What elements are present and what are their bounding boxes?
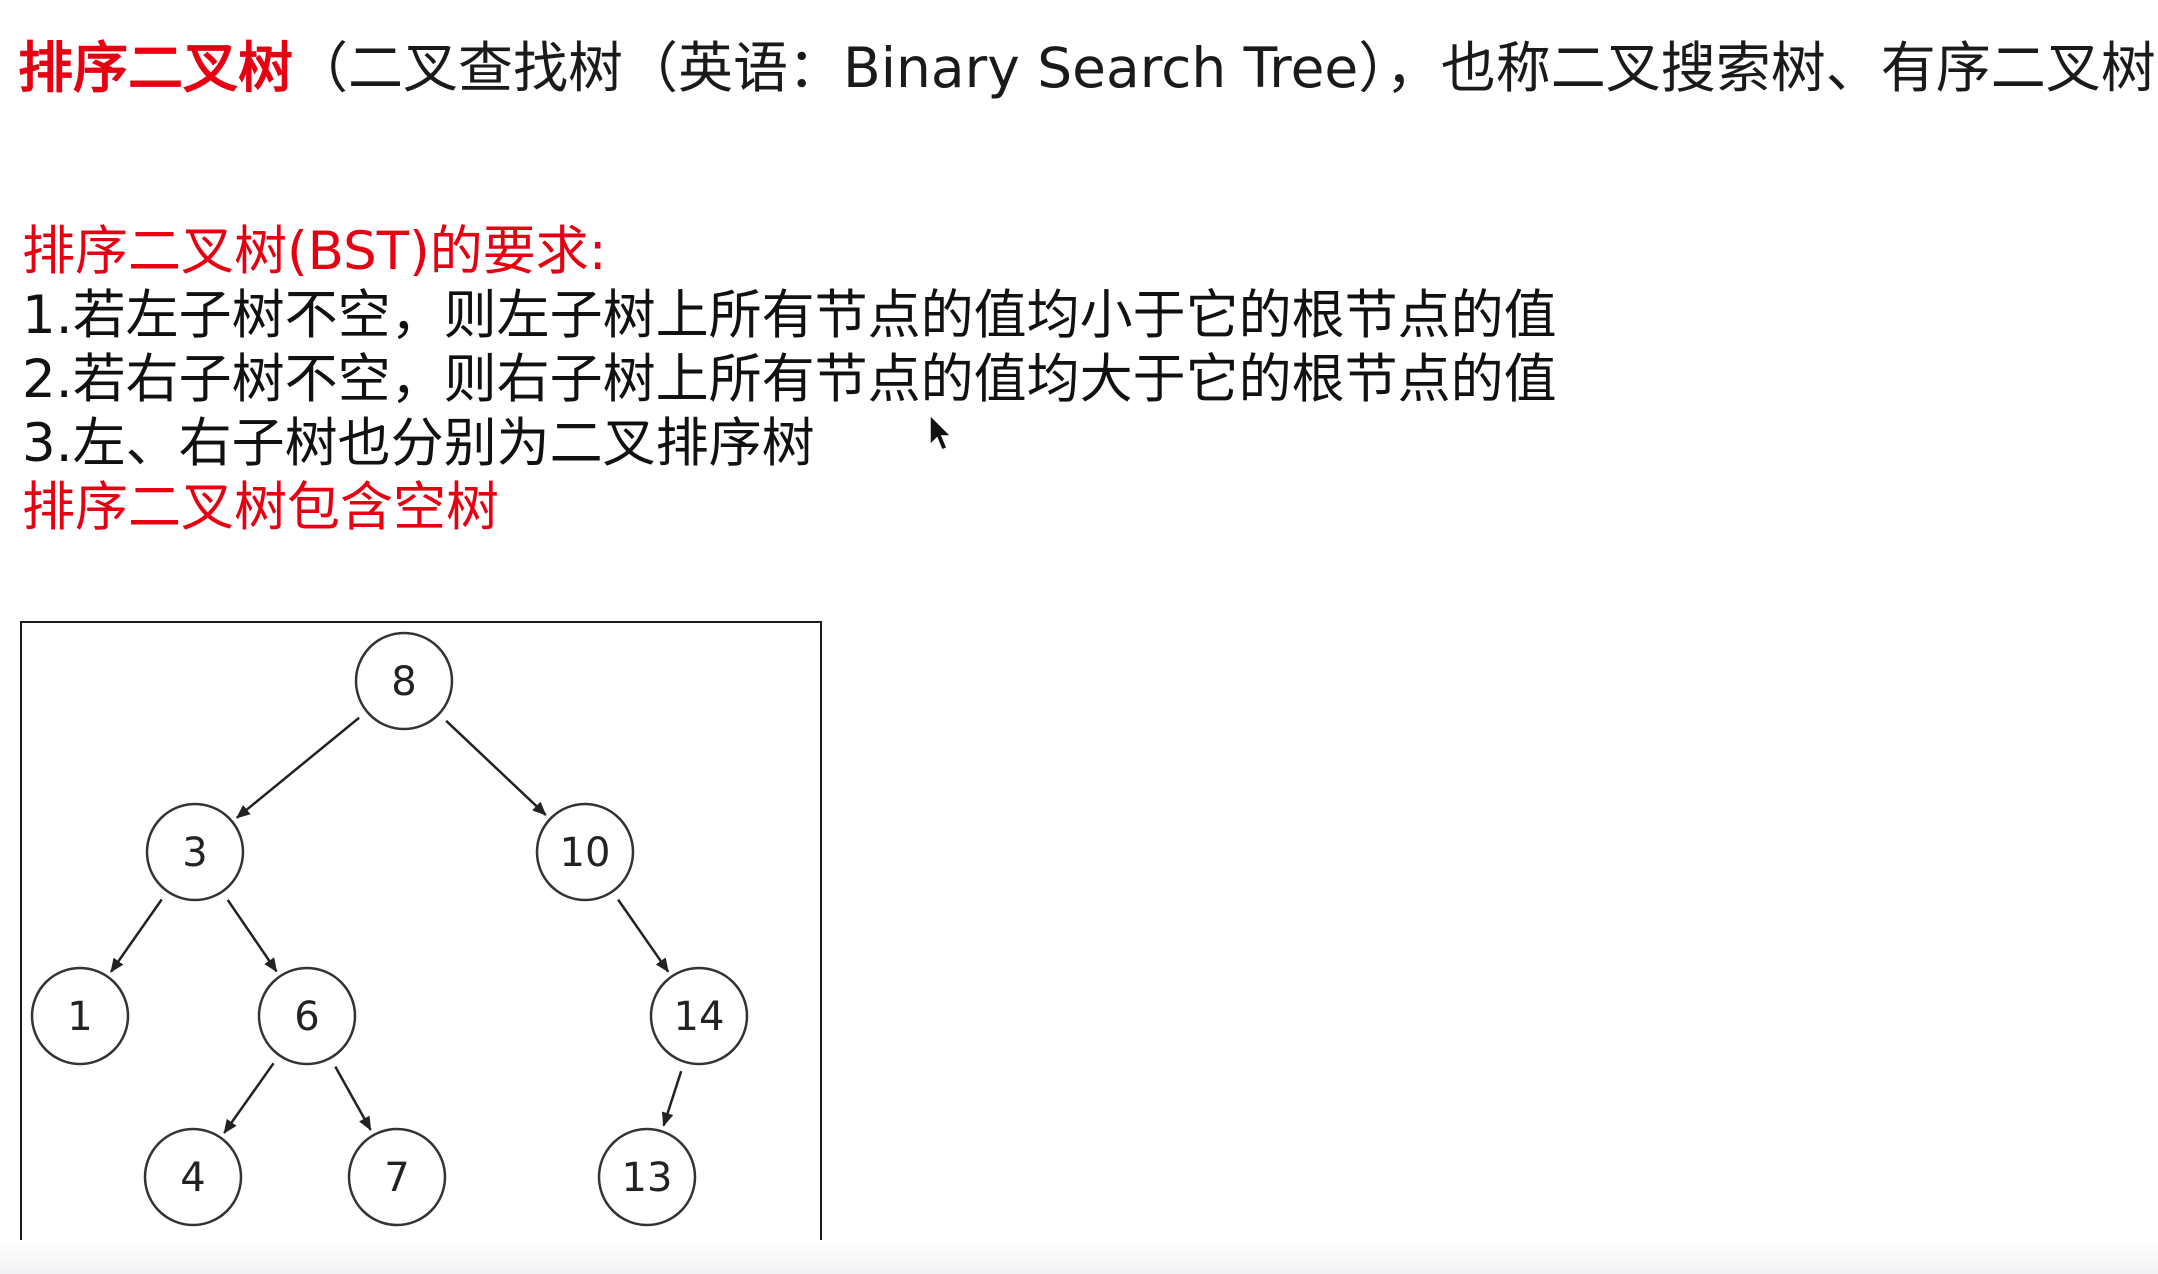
- requirements-heading: 排序二叉树(BST)的要求:: [22, 221, 607, 282]
- requirement-rule-1: 1.若左子树不空，则左子树上所有节点的值均小于它的根节点的值: [22, 285, 1557, 346]
- requirement-rule-3: 3.左、右子树也分别为二叉排序树: [22, 413, 815, 474]
- requirements-note: 排序二叉树包含空树: [22, 477, 499, 538]
- tree-node-10: 10: [535, 802, 635, 902]
- tree-node-14: 14: [649, 966, 749, 1066]
- tree-edge-n6-n7: [334, 1066, 372, 1131]
- tree-node-label: 7: [384, 1155, 409, 1201]
- tree-node-label: 1: [67, 994, 92, 1040]
- tree-node-3: 3: [145, 802, 245, 902]
- tree-node-label: 4: [180, 1155, 205, 1201]
- bst-tree-graphic: 8 3 10 1 6 14 4 7 13: [30, 631, 749, 1227]
- tree-node-label: 3: [182, 830, 207, 876]
- bst-diagram: 8 3 10 1 6 14 4 7 13: [20, 621, 822, 1265]
- tree-edges: [109, 716, 683, 1134]
- page-title: 排序二叉树（二叉查找树（英语：Binary Search Tree），也称二叉搜…: [18, 30, 2158, 106]
- title-keyword: 排序二叉树: [18, 36, 294, 100]
- tree-node-8: 8: [354, 631, 454, 731]
- tree-edge-n14-n13: [661, 1070, 683, 1127]
- tree-edge-n10-n14: [617, 898, 670, 973]
- tree-edge-n3-n1: [109, 898, 163, 973]
- bottom-edge-shade: [0, 1240, 2158, 1274]
- tree-node-1: 1: [30, 966, 130, 1066]
- requirement-rule-2: 2.若右子树不空，则右子树上所有节点的值均大于它的根节点的值: [22, 349, 1557, 410]
- tree-node-4: 4: [143, 1127, 243, 1227]
- tree-node-label: 6: [294, 994, 319, 1040]
- tree-edge-n8-n10: [445, 719, 547, 816]
- tree-node-label: 8: [391, 659, 416, 705]
- tree-edge-n3-n6: [226, 899, 278, 973]
- title-description: （二叉查找树（英语：Binary Search Tree），也称二叉搜索树、有序…: [293, 36, 2158, 100]
- mouse-pointer-icon: [928, 413, 954, 457]
- tree-edge-n6-n4: [223, 1062, 275, 1134]
- tree-edge-n8-n3: [236, 716, 360, 819]
- tree-node-label: 13: [622, 1155, 673, 1201]
- requirements-section: 排序二叉树(BST)的要求: 1.若左子树不空，则左子树上所有节点的值均小于它的…: [22, 220, 1557, 540]
- tree-node-label: 14: [674, 994, 725, 1040]
- tree-node-label: 10: [560, 830, 611, 876]
- tree-node-7: 7: [347, 1127, 447, 1227]
- tree-node-6: 6: [257, 966, 357, 1066]
- tree-node-13: 13: [597, 1127, 697, 1227]
